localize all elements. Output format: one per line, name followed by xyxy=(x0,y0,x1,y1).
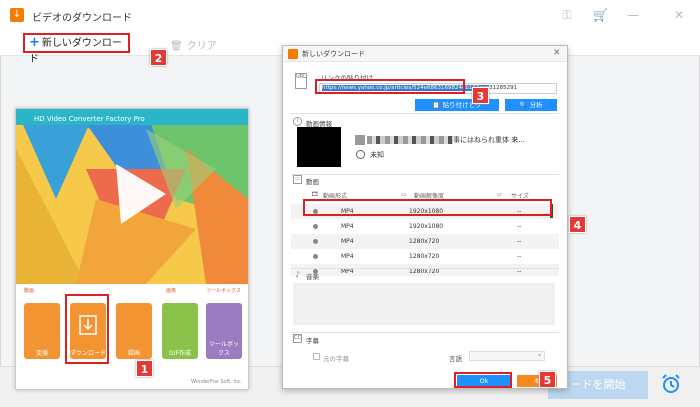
divider xyxy=(291,332,559,333)
radio-dot xyxy=(313,224,318,229)
info-icon: i xyxy=(293,117,302,126)
toolbox-tool-label: ツールボックス xyxy=(208,341,239,357)
close-icon[interactable]: ✕ xyxy=(672,8,686,22)
row-size: -- xyxy=(517,268,522,275)
dialog-logo-icon xyxy=(288,49,298,59)
step-badge-5: 5 xyxy=(539,371,556,388)
analyze-label: 分析 xyxy=(529,101,543,109)
hd-section-image: 画像 xyxy=(166,288,177,294)
radio-dot xyxy=(313,254,318,259)
row-format: MP4 xyxy=(341,238,354,245)
row-size: -- xyxy=(517,253,522,260)
download-tool-highlight xyxy=(65,294,109,364)
analyze-button[interactable]: 🔍 分析 xyxy=(505,99,557,111)
row-resolution: 1920x1080 xyxy=(409,223,444,230)
divider xyxy=(291,268,559,269)
step-badge-1: 1 xyxy=(136,360,153,377)
gif-tool[interactable]: GIF作成 xyxy=(162,303,198,359)
video-section-icon: ▭ xyxy=(293,175,302,184)
video-thumbnail xyxy=(297,127,341,167)
alarm-clock-icon[interactable] xyxy=(659,372,683,396)
subtitle-cc-icon: CC xyxy=(293,334,302,343)
hd-banner-art xyxy=(16,109,248,284)
hd-section-toolbox: ツールボックス xyxy=(206,288,241,294)
language-label: 言語 xyxy=(449,355,462,363)
key-icon[interactable]: ⚿ xyxy=(560,8,574,22)
format-row[interactable]: MP4 1280x720 -- xyxy=(291,249,559,264)
dialog-close-icon[interactable]: ✕ xyxy=(553,48,561,58)
title-icon xyxy=(355,135,365,145)
clear-button[interactable]: 🗑 クリア xyxy=(170,37,217,52)
format-row[interactable]: MP4 1920x1080 -- xyxy=(291,219,559,234)
clear-label: クリア xyxy=(186,41,217,52)
new-download-button[interactable]: + 新しいダウンロード xyxy=(23,33,130,65)
format-row[interactable]: MP4 1280x720 -- xyxy=(291,264,559,276)
row-resolution: 1280x720 xyxy=(409,268,440,275)
paste-icon: 📋 xyxy=(432,101,443,109)
url-highlight xyxy=(315,79,465,94)
format-row-highlight xyxy=(303,199,552,216)
row-size: -- xyxy=(517,223,522,230)
music-section-label: 音楽 xyxy=(306,273,319,281)
magnifier-icon: 🔍 xyxy=(519,101,530,109)
toolbox-tool[interactable]: ツールボックス xyxy=(206,303,242,359)
film-icon: 🎞 xyxy=(311,191,319,198)
video-title: 事にはねられ重体 来... xyxy=(453,136,525,144)
hd-converter-window: HD Video Converter Factory Pro 動画 画像 ツール… xyxy=(15,108,249,390)
row-size: -- xyxy=(517,238,522,245)
url-tail: 31285291 xyxy=(489,85,518,91)
video-section-label: 動画 xyxy=(306,178,319,186)
music-list xyxy=(293,283,555,325)
ok-button-highlight xyxy=(454,372,512,388)
language-select[interactable]: ▾ xyxy=(469,351,545,361)
row-format: MP4 xyxy=(341,268,354,275)
url-file-icon: URL xyxy=(295,73,307,89)
music-note-icon: ♪ xyxy=(295,270,301,279)
step-badge-2: 2 xyxy=(150,49,167,66)
divider xyxy=(291,113,559,114)
new-download-dialog: 新しいダウンロード ✕ URL リンクの貼り付け https://news.ya… xyxy=(282,45,568,389)
app-title: ビデオのダウンロード xyxy=(32,13,132,24)
gif-tool-label: GIF作成 xyxy=(169,350,191,357)
original-subtitle-label: 元の字幕 xyxy=(323,355,349,363)
hd-title: HD Video Converter Factory Pro xyxy=(34,115,145,123)
convert-tool[interactable]: 変換 xyxy=(24,303,60,359)
dialog-title: 新しいダウンロード xyxy=(302,50,365,58)
record-tool-label: 録画 xyxy=(127,350,140,357)
row-resolution: 1280x720 xyxy=(409,238,440,245)
radio-dot xyxy=(313,239,318,244)
video-duration: 未知 xyxy=(370,151,384,159)
blurred-title xyxy=(367,136,453,144)
step-badge-3: 3 xyxy=(472,87,489,104)
monitor-icon: ▭ xyxy=(401,191,407,198)
hd-section-video: 動画 xyxy=(24,288,35,294)
subtitle-section-label: 字幕 xyxy=(306,337,319,345)
convert-tool-label: 変換 xyxy=(35,350,48,357)
record-tool[interactable]: 録画 xyxy=(116,303,152,359)
format-row[interactable]: MP4 1280x720 -- xyxy=(291,234,559,249)
plus-icon: + xyxy=(29,35,40,50)
step-badge-4: 4 xyxy=(569,216,586,233)
app-logo-icon: ↓ xyxy=(10,8,24,22)
row-format: MP4 xyxy=(341,223,354,230)
hd-footer: WonderFox Soft, Inc. xyxy=(191,379,243,385)
original-subtitle-checkbox[interactable] xyxy=(313,353,320,360)
divider xyxy=(291,174,559,175)
chevron-down-icon: ▾ xyxy=(537,352,541,359)
row-resolution: 1280x720 xyxy=(409,253,440,260)
clock-icon xyxy=(356,150,365,159)
cart-icon[interactable]: 🛒 xyxy=(593,8,608,22)
row-format: MP4 xyxy=(341,253,354,260)
minimize-icon[interactable]: — xyxy=(626,8,640,22)
trash-icon: 🗑 xyxy=(170,41,183,52)
folder-icon: ▱ xyxy=(497,191,502,198)
